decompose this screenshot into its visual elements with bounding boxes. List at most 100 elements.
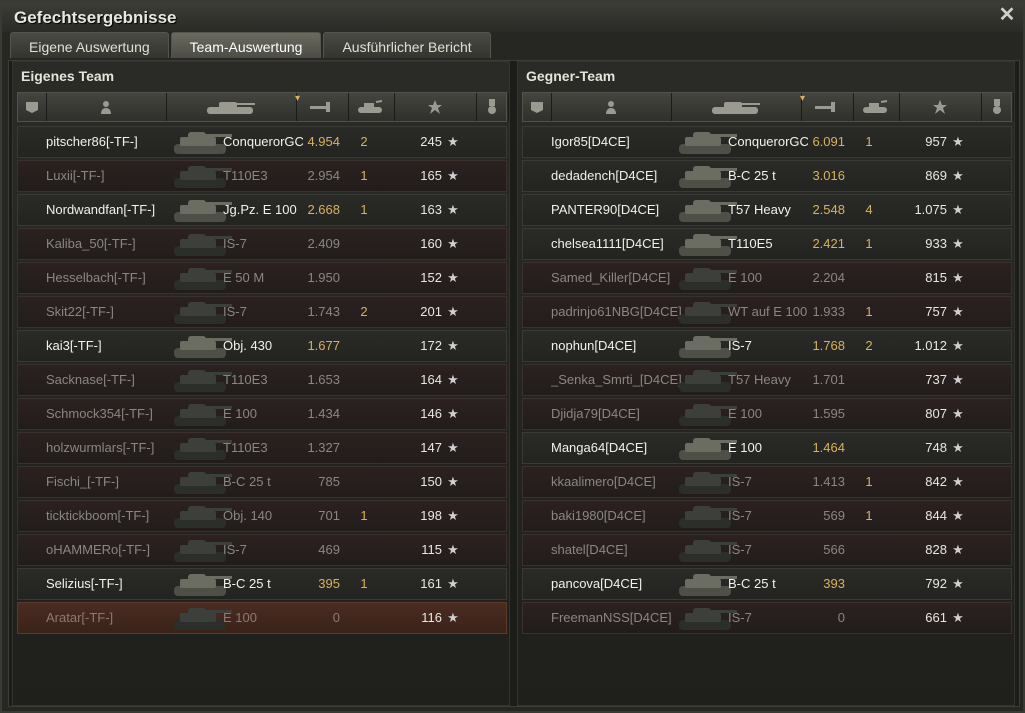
player-row[interactable]: ticktickboom[-TF-] Obj. 140 701 1 198 ★ [17, 500, 507, 532]
platoon-icon[interactable] [18, 93, 47, 121]
player-row[interactable]: Fischi_[-TF-] B-C 25 t 785 150 ★ [17, 466, 507, 498]
player-row[interactable]: Schmock354[-TF-] E 100 1.434 146 ★ [17, 398, 507, 430]
own-team-panel: Eigenes Team ▾ pitscher86[-TF-] Conqueror… [12, 61, 510, 706]
player-name[interactable]: Hesselbach[-TF-] [46, 263, 186, 293]
player-row[interactable]: dedadench[D4CE] B-C 25 t 3.016 869 ★ [522, 160, 1012, 192]
player-name[interactable]: Skit22[-TF-] [46, 297, 186, 327]
player-row[interactable]: holzwurmlars[-TF-] T110E3 1.327 147 ★ [17, 432, 507, 464]
kills-value: 2 [865, 338, 873, 353]
player-row[interactable]: chelsea1111[D4CE] T110E5 2.421 1 933 ★ [522, 228, 1012, 260]
player-row[interactable]: FreemanNSS[D4CE] IS-7 0 661 ★ [522, 602, 1012, 634]
enemy-team-title: Gegner-Team [526, 68, 616, 84]
player-row[interactable]: kkaalimero[D4CE] IS-7 1.413 1 842 ★ [522, 466, 1012, 498]
tab-ausfuehrlicher-bericht[interactable]: Ausführlicher Bericht [323, 32, 491, 58]
player-name[interactable]: Nordwandfan[-TF-] [46, 195, 186, 225]
player-row[interactable]: Igor85[D4CE] ConquerorGC 6.091 1 957 ★ [522, 126, 1012, 158]
kills-value: 1 [360, 508, 368, 523]
player-name[interactable]: Schmock354[-TF-] [46, 399, 186, 429]
kills-value [859, 263, 879, 293]
player-name[interactable]: baki1980[D4CE] [551, 501, 691, 531]
star-icon: ★ [447, 610, 459, 625]
kills-icon[interactable] [348, 93, 395, 121]
player-row[interactable]: oHAMMERo[-TF-] IS-7 469 115 ★ [17, 534, 507, 566]
player-row[interactable]: Luxii[-TF-] T110E3 2.954 1 165 ★ [17, 160, 507, 192]
star-icon[interactable] [899, 93, 982, 121]
player-row[interactable]: PANTER90[D4CE] T57 Heavy 2.548 4 1.075 ★ [522, 194, 1012, 226]
player-row[interactable]: Nordwandfan[-TF-] Jg.Pz. E 100 2.668 1 163 ★ [17, 194, 507, 226]
player-row[interactable]: Aratar[-TF-] E 100 0 116 ★ [17, 602, 507, 634]
player-row[interactable]: Hesselbach[-TF-] E 50 M 1.950 152 ★ [17, 262, 507, 294]
player-name[interactable]: ticktickboom[-TF-] [46, 501, 186, 531]
xp-value: 844 [925, 508, 947, 523]
player-name[interactable]: kkaalimero[D4CE] [551, 467, 691, 497]
player-row[interactable]: Skit22[-TF-] IS-7 1.743 2 201 ★ [17, 296, 507, 328]
kills-value: 2 [360, 304, 368, 319]
player-row[interactable]: Samed_Killer[D4CE] E 100 2.204 815 ★ [522, 262, 1012, 294]
player-name[interactable]: pitscher86[-TF-] [46, 127, 186, 157]
player-row[interactable]: pancova[D4CE] B-C 25 t 393 792 ★ [522, 568, 1012, 600]
team-panels: Eigenes Team ▾ pitscher86[-TF-] Conqueror… [8, 60, 1020, 707]
player-row[interactable]: Manga64[D4CE] E 100 1.464 748 ★ [522, 432, 1012, 464]
player-row[interactable]: nophun[D4CE] IS-7 1.768 2 1.012 ★ [522, 330, 1012, 362]
medal-icon[interactable] [476, 93, 509, 121]
star-icon: ★ [952, 202, 964, 217]
tab-team-auswertung[interactable]: Team-Auswertung [170, 32, 322, 58]
player-name[interactable]: nophun[D4CE] [551, 331, 691, 361]
player-name[interactable]: Selizius[-TF-] [46, 569, 186, 599]
damage-icon[interactable] [296, 93, 349, 121]
player-row[interactable]: baki1980[D4CE] IS-7 569 1 844 ★ [522, 500, 1012, 532]
close-icon[interactable]: ✕ [997, 5, 1017, 25]
player-row[interactable]: Sacknase[-TF-] T110E3 1.653 164 ★ [17, 364, 507, 396]
player-name[interactable]: pancova[D4CE] [551, 569, 691, 599]
damage-value: 1.701 [812, 372, 845, 387]
own-team-header: ▾ [17, 92, 509, 122]
player-name[interactable]: PANTER90[D4CE] [551, 195, 691, 225]
xp-value: 869 [925, 168, 947, 183]
player-row[interactable]: Selizius[-TF-] B-C 25 t 395 1 161 ★ [17, 568, 507, 600]
player-icon[interactable] [551, 93, 672, 121]
tank-icon[interactable]: ▾ [166, 93, 300, 121]
player-row[interactable]: _Senka_Smrti_[D4CE] T57 Heavy 1.701 737 ★ [522, 364, 1012, 396]
kills-value: 1 [865, 508, 873, 523]
player-name[interactable]: padrinjo61NBG[D4CE] [551, 297, 691, 327]
player-row[interactable]: Kaliba_50[-TF-] IS-7 2.409 160 ★ [17, 228, 507, 260]
tank-icon[interactable]: ▾ [671, 93, 805, 121]
player-row[interactable]: kai3[-TF-] Obj. 430 1.677 172 ★ [17, 330, 507, 362]
player-name[interactable]: _Senka_Smrti_[D4CE] [551, 365, 691, 395]
player-row[interactable]: shatel[D4CE] IS-7 566 828 ★ [522, 534, 1012, 566]
tab-eigene-auswertung[interactable]: Eigene Auswertung [10, 32, 169, 58]
player-row[interactable]: pitscher86[-TF-] ConquerorGC 4.954 2 245 ★ [17, 126, 507, 158]
player-name[interactable]: Samed_Killer[D4CE] [551, 263, 691, 293]
player-name[interactable]: holzwurmlars[-TF-] [46, 433, 186, 463]
player-name[interactable]: kai3[-TF-] [46, 331, 186, 361]
player-name[interactable]: Aratar[-TF-] [46, 603, 186, 633]
kills-icon[interactable] [853, 93, 900, 121]
player-name[interactable]: Fischi_[-TF-] [46, 467, 186, 497]
player-name[interactable]: chelsea1111[D4CE] [551, 229, 691, 259]
platoon-icon[interactable] [523, 93, 552, 121]
tab-bar: Eigene Auswertung Team-Auswertung Ausfüh… [10, 32, 491, 60]
kills-value: 1 [360, 202, 368, 217]
own-team-title: Eigenes Team [21, 68, 115, 84]
player-name[interactable]: Luxii[-TF-] [46, 161, 186, 191]
star-icon[interactable] [394, 93, 477, 121]
player-name[interactable]: Igor85[D4CE] [551, 127, 691, 157]
player-name[interactable]: FreemanNSS[D4CE] [551, 603, 691, 633]
player-name[interactable]: Sacknase[-TF-] [46, 365, 186, 395]
player-name[interactable]: shatel[D4CE] [551, 535, 691, 565]
player-icon[interactable] [46, 93, 167, 121]
player-name[interactable]: Manga64[D4CE] [551, 433, 691, 463]
player-row[interactable]: padrinjo61NBG[D4CE] WT auf E 100 1.933 1 757… [522, 296, 1012, 328]
medal-icon[interactable] [981, 93, 1014, 121]
player-name[interactable]: Djidja79[D4CE] [551, 399, 691, 429]
player-name[interactable]: dedadench[D4CE] [551, 161, 691, 191]
star-icon: ★ [447, 202, 459, 217]
damage-icon[interactable] [801, 93, 854, 121]
damage-value: 0 [332, 610, 340, 625]
star-icon: ★ [952, 236, 964, 251]
player-name[interactable]: Kaliba_50[-TF-] [46, 229, 186, 259]
xp-value: 116 [421, 610, 442, 625]
player-name[interactable]: oHAMMERo[-TF-] [46, 535, 186, 565]
player-row[interactable]: Djidja79[D4CE] E 100 1.595 807 ★ [522, 398, 1012, 430]
damage-value: 0 [837, 610, 845, 625]
